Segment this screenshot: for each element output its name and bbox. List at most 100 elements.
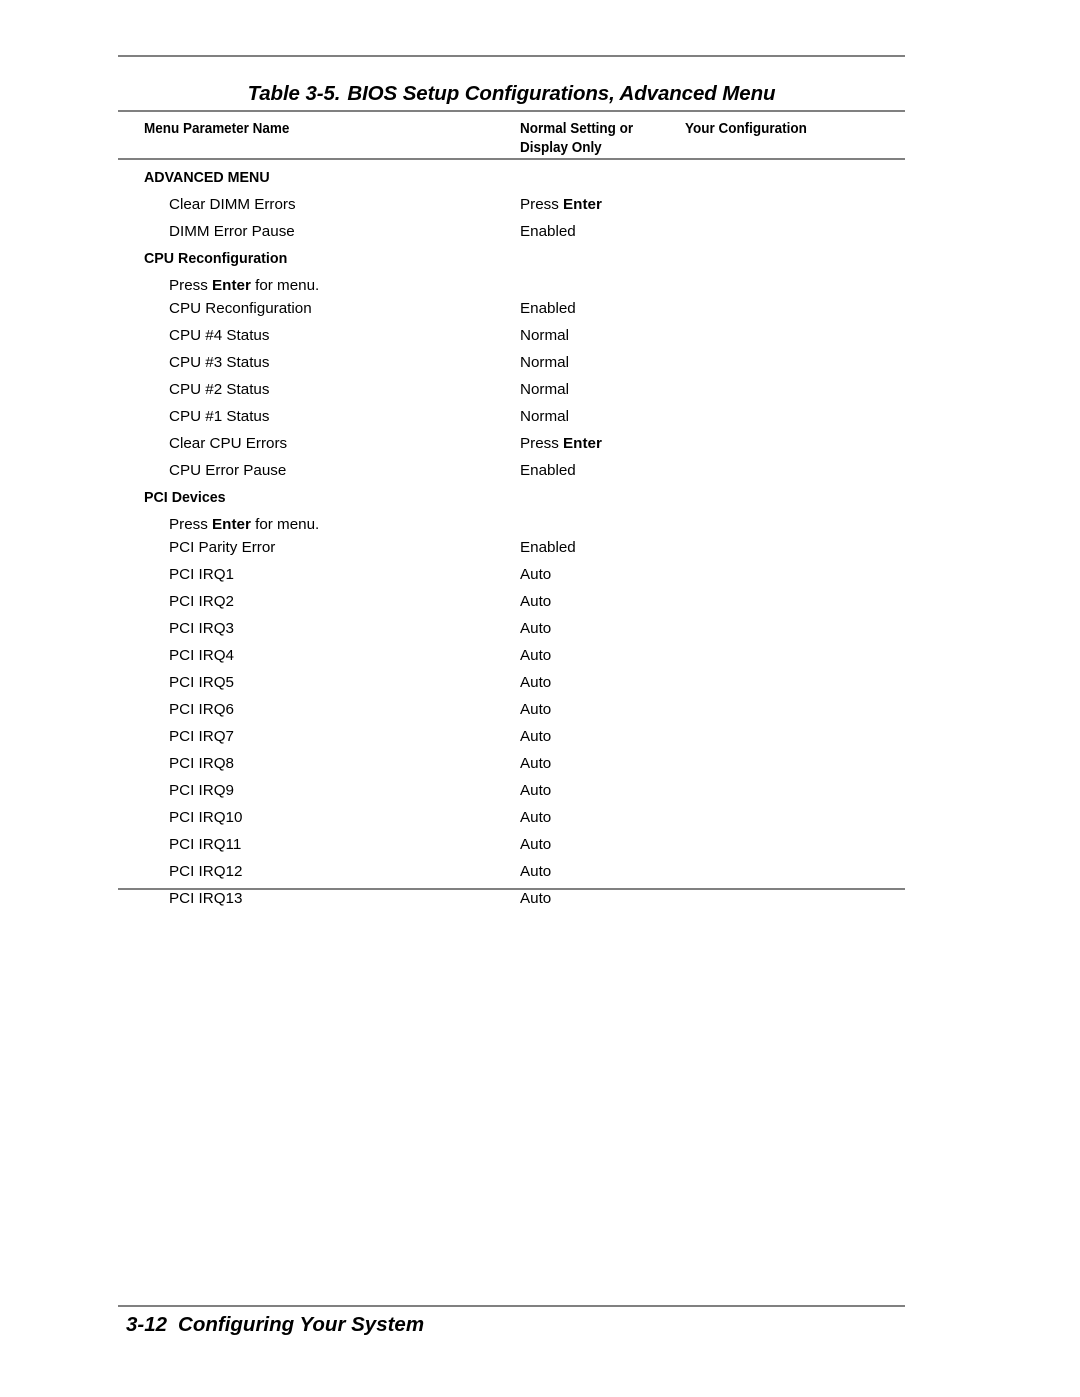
table-row: CPU #3 Status Normal <box>0 353 1080 380</box>
parameter-name-cell: CPU #1 Status <box>169 408 270 425</box>
table-row: PCI IRQ4 Auto <box>0 646 1080 673</box>
table-row: CPU #1 Status Normal <box>0 407 1080 434</box>
table-row: CPU #2 Status Normal <box>0 380 1080 407</box>
subnote-prefix: Press <box>169 516 213 533</box>
normal-setting-cell: Enabled <box>520 299 576 318</box>
section-subnote: Press Enter for menu. <box>169 276 319 295</box>
table-row: PCI Parity Error Enabled <box>0 538 1080 565</box>
table-row: DIMM Error Pause Enabled <box>0 222 1080 249</box>
table-row: PCI IRQ6 Auto <box>0 700 1080 727</box>
normal-setting-cell: Normal <box>520 407 569 426</box>
column-header-normal-setting: Normal Setting or Display Only <box>520 120 633 158</box>
table-section-row: PCI Devices <box>0 488 1080 515</box>
value-text: Enabled <box>520 300 576 317</box>
value-text: Auto <box>520 674 552 691</box>
table-row: PCI IRQ7 Auto <box>0 727 1080 754</box>
table-row: Clear CPU Errors Press Enter <box>0 434 1080 461</box>
value-text: Auto <box>520 701 552 718</box>
subnote-prefix: Press <box>169 277 213 294</box>
normal-setting-cell: Enabled <box>520 222 576 241</box>
normal-setting-cell: Auto <box>520 754 551 773</box>
value-text: Enabled <box>520 462 576 479</box>
parameter-name-cell: PCI IRQ4 <box>169 647 234 664</box>
value-text: Auto <box>520 863 552 880</box>
normal-setting-cell: Auto <box>520 700 551 719</box>
table-row: Clear DIMM Errors Press Enter <box>0 195 1080 222</box>
parameter-name-cell: PCI IRQ12 <box>169 863 243 880</box>
parameter-name-cell: PCI IRQ1 <box>169 566 234 583</box>
table-section-row: ADVANCED MENU <box>0 168 1080 195</box>
parameter-name-cell: CPU Reconfiguration <box>169 300 312 317</box>
value-text: Auto <box>520 566 552 583</box>
table-row: PCI IRQ13 Auto <box>0 889 1080 916</box>
normal-setting-cell: Auto <box>520 619 551 638</box>
footer-rule <box>118 1305 905 1307</box>
parameter-name-cell: PCI IRQ11 <box>169 836 242 853</box>
value-text: Auto <box>520 782 552 799</box>
value-text: Normal <box>520 327 569 344</box>
parameter-name-cell: PCI Parity Error <box>169 539 276 556</box>
normal-setting-cell: Normal <box>520 380 569 399</box>
parameter-name-cell: PCI IRQ5 <box>169 674 234 691</box>
table-row: CPU Reconfiguration Enabled <box>0 299 1080 326</box>
document-page: Table 3-5. BIOS Setup Configurations, Adv… <box>0 0 1080 1397</box>
subnote-key: Enter <box>212 516 251 533</box>
value-key: Enter <box>563 196 602 213</box>
table-row: PCI IRQ11 Auto <box>0 835 1080 862</box>
page-footer: 3-12 Configuring Your System <box>126 1313 424 1337</box>
table-subnote-row: Press Enter for menu. <box>0 276 1080 299</box>
table-row: PCI IRQ10 Auto <box>0 808 1080 835</box>
normal-setting-cell: Press Enter <box>520 434 602 453</box>
parameter-name-cell: PCI IRQ3 <box>169 620 234 637</box>
normal-setting-cell: Enabled <box>520 538 576 557</box>
footer-section-title: Configuring Your System <box>178 1313 425 1336</box>
subnote-key: Enter <box>212 277 251 294</box>
value-text: Auto <box>520 593 552 610</box>
parameter-name-cell: DIMM Error Pause <box>169 223 295 240</box>
footer-page-number: 3-12 <box>126 1313 168 1336</box>
parameter-name-cell: CPU #4 Status <box>169 327 270 344</box>
value-text: Auto <box>520 836 552 853</box>
normal-setting-cell: Auto <box>520 808 551 827</box>
table-row: PCI IRQ1 Auto <box>0 565 1080 592</box>
value-text: Normal <box>520 408 569 425</box>
column-header-normal-line2: Display Only <box>520 140 602 156</box>
table-body: ADVANCED MENU Clear DIMM Errors Press Ente… <box>0 168 1080 916</box>
section-subnote: Press Enter for menu. <box>169 515 319 534</box>
table-row: CPU #4 Status Normal <box>0 326 1080 353</box>
normal-setting-cell: Auto <box>520 646 551 665</box>
normal-setting-cell: Auto <box>520 835 551 854</box>
parameter-name-cell: PCI IRQ6 <box>169 701 234 718</box>
subnote-suffix: for menu. <box>250 277 320 294</box>
parameter-name-cell: PCI IRQ7 <box>169 728 234 745</box>
normal-setting-cell: Auto <box>520 727 551 746</box>
section-heading: PCI Devices <box>144 489 226 506</box>
parameter-name-cell: PCI IRQ8 <box>169 755 234 772</box>
table-row: PCI IRQ2 Auto <box>0 592 1080 619</box>
table-row: PCI IRQ3 Auto <box>0 619 1080 646</box>
normal-setting-cell: Auto <box>520 862 551 881</box>
parameter-name-cell: Clear DIMM Errors <box>169 196 296 213</box>
normal-setting-cell: Normal <box>520 326 569 345</box>
parameter-name-cell: PCI IRQ2 <box>169 593 234 610</box>
value-text: Normal <box>520 354 569 371</box>
parameter-name-cell: PCI IRQ10 <box>169 809 243 826</box>
value-text: Auto <box>520 647 552 664</box>
parameter-name-cell: CPU #3 Status <box>169 354 270 371</box>
section-heading: CPU Reconfiguration <box>144 250 288 267</box>
value-text: Enabled <box>520 539 576 556</box>
value-key: Enter <box>563 435 602 452</box>
normal-setting-cell: Auto <box>520 592 551 611</box>
parameter-name-cell: Clear CPU Errors <box>169 435 288 452</box>
column-header-normal-line1: Normal Setting or <box>520 121 634 137</box>
value-text: Enabled <box>520 223 576 240</box>
value-text: Normal <box>520 381 569 398</box>
value-text: Press <box>520 435 564 452</box>
table-bottom-rule <box>118 888 905 890</box>
table-row: PCI IRQ5 Auto <box>0 673 1080 700</box>
table-section-row: CPU Reconfiguration <box>0 249 1080 276</box>
table-row: CPU Error Pause Enabled <box>0 461 1080 488</box>
table-column-header-row: Menu Parameter Name Normal Setting or Di… <box>0 0 1080 160</box>
subnote-suffix: for menu. <box>250 516 320 533</box>
normal-setting-cell: Enabled <box>520 461 576 480</box>
